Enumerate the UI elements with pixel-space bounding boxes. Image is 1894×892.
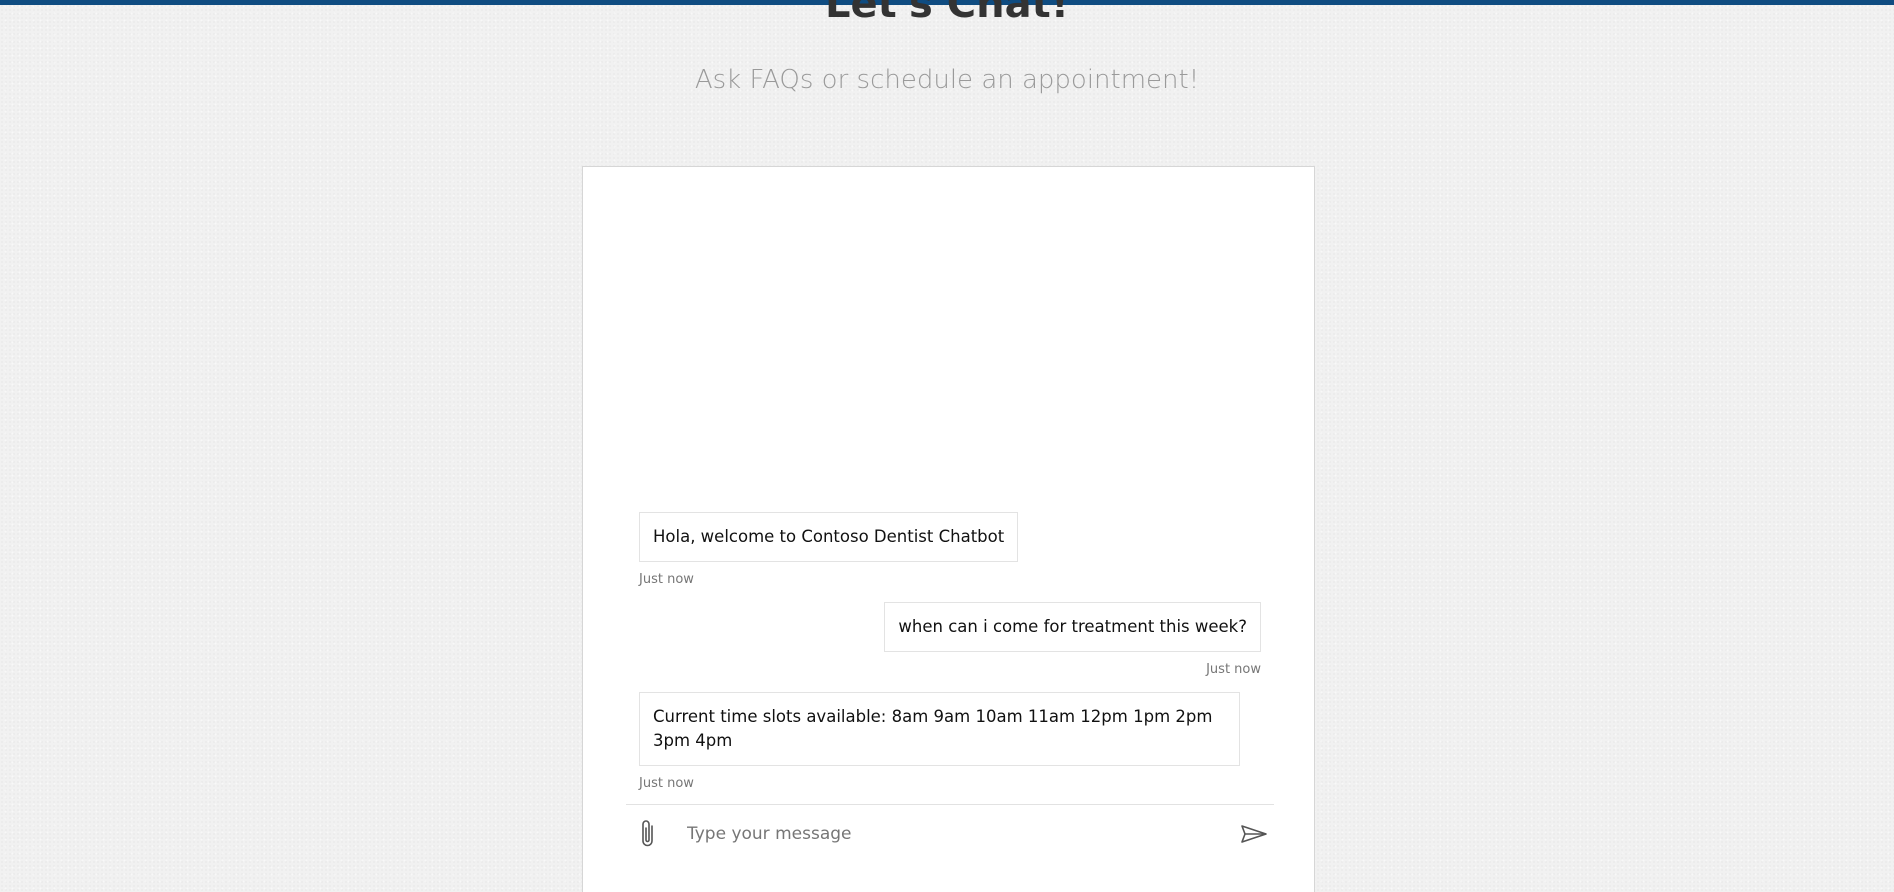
message-input[interactable] bbox=[687, 817, 1207, 851]
message-text: Current time slots available: 8am 9am 10… bbox=[653, 707, 1213, 750]
message-timestamp: Just now bbox=[639, 776, 694, 791]
page-subtitle: Ask FAQs or schedule an appointment! bbox=[694, 65, 1200, 95]
paperclip-icon[interactable] bbox=[636, 817, 660, 851]
send-icon bbox=[1233, 825, 1273, 854]
message-timestamp: Just now bbox=[1206, 662, 1261, 677]
bot-message-bubble: Current time slots available: 8am 9am 10… bbox=[639, 692, 1240, 766]
message-text: when can i come for treatment this week? bbox=[898, 617, 1247, 636]
bot-message-bubble: Hola, welcome to Contoso Dentist Chatbot bbox=[639, 512, 1019, 562]
chat-panel: Hola, welcome to Contoso Dentist Chatbot… bbox=[582, 166, 1315, 892]
message-text: Hola, welcome to Contoso Dentist Chatbot bbox=[653, 527, 1005, 546]
page-title: Let's Chat! bbox=[825, 0, 1069, 27]
send-button[interactable] bbox=[1233, 817, 1273, 851]
user-message-bubble: when can i come for treatment this week? bbox=[884, 602, 1261, 652]
message-timestamp: Just now bbox=[639, 572, 694, 587]
composer-divider bbox=[626, 804, 1274, 805]
